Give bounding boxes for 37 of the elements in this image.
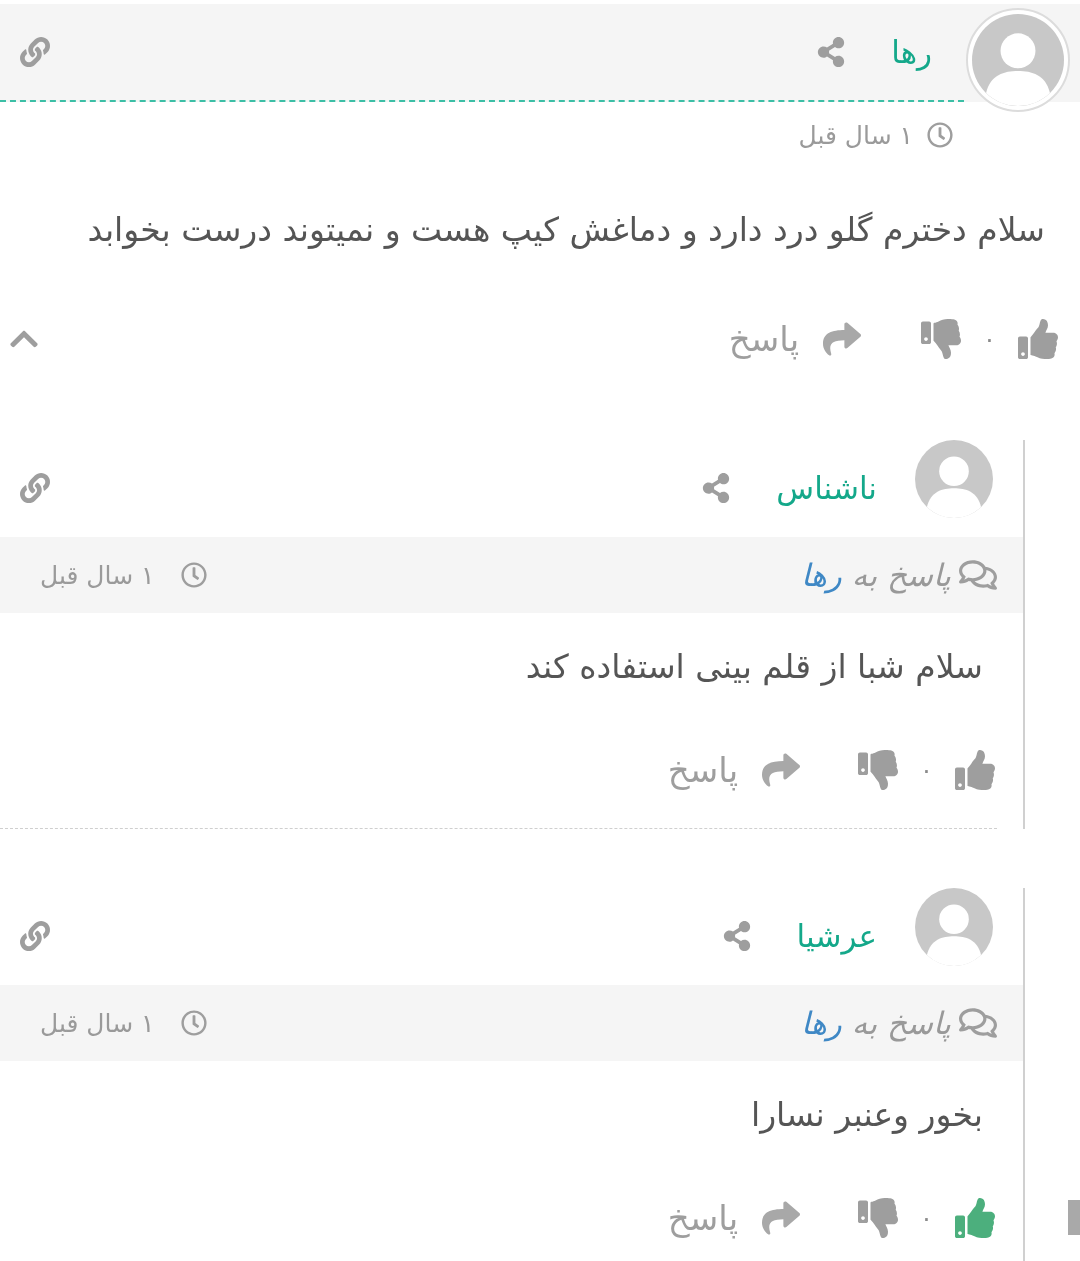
- share-icon[interactable]: [701, 472, 732, 503]
- author-name: ناشناس: [776, 469, 877, 506]
- link-icon[interactable]: [20, 920, 50, 951]
- author-name: رها: [891, 34, 932, 70]
- reply-text: بخور وعنبر نسارا: [750, 1094, 984, 1136]
- clock-icon: [927, 122, 953, 148]
- reply-button[interactable]: پاسخ: [667, 1198, 801, 1238]
- reply-text: سلام شبا از قلم بینی استفاده کند: [524, 646, 984, 688]
- like-count: ۰: [983, 325, 996, 353]
- thumbs-up-icon[interactable]: [1018, 319, 1058, 359]
- reply-to-link[interactable]: رها: [801, 1005, 842, 1041]
- link-icon[interactable]: [20, 37, 50, 67]
- clock-icon: [180, 562, 207, 588]
- share-icon[interactable]: [721, 920, 752, 951]
- thumbs-up-icon[interactable]: [955, 1198, 995, 1238]
- like-count: ۰: [920, 756, 933, 784]
- comment-time: ۱ سال قبل: [798, 120, 913, 150]
- clock-icon: [180, 1010, 207, 1036]
- reply-button[interactable]: پاسخ: [728, 319, 862, 359]
- reply-to-label: پاسخ به: [851, 1005, 951, 1041]
- reply-to-label: پاسخ به: [851, 557, 951, 593]
- author-name: عرشیا: [796, 917, 877, 954]
- reply-arrow-icon: [762, 1199, 801, 1237]
- thumbs-up-icon[interactable]: [955, 750, 995, 790]
- link-icon[interactable]: [20, 472, 50, 503]
- reply-button[interactable]: پاسخ: [667, 750, 801, 790]
- thumbs-down-icon[interactable]: [858, 1198, 899, 1238]
- thumbs-down-icon[interactable]: [921, 319, 962, 359]
- reply-arrow-icon: [823, 320, 862, 358]
- share-icon[interactable]: [816, 37, 847, 67]
- reply-arrow-icon: [762, 751, 801, 789]
- comment-time: ۱ سال قبل: [40, 1008, 155, 1038]
- like-count: ۰: [920, 1204, 933, 1232]
- comment-time: ۱ سال قبل: [40, 560, 155, 590]
- comment-text: سلام دخترم گلو درد دارد و دماغش کیپ هست و نمیتوند درست بخوابد: [86, 209, 1046, 251]
- thumbs-down-icon[interactable]: [858, 750, 899, 790]
- reply-to-link[interactable]: رها: [801, 557, 842, 593]
